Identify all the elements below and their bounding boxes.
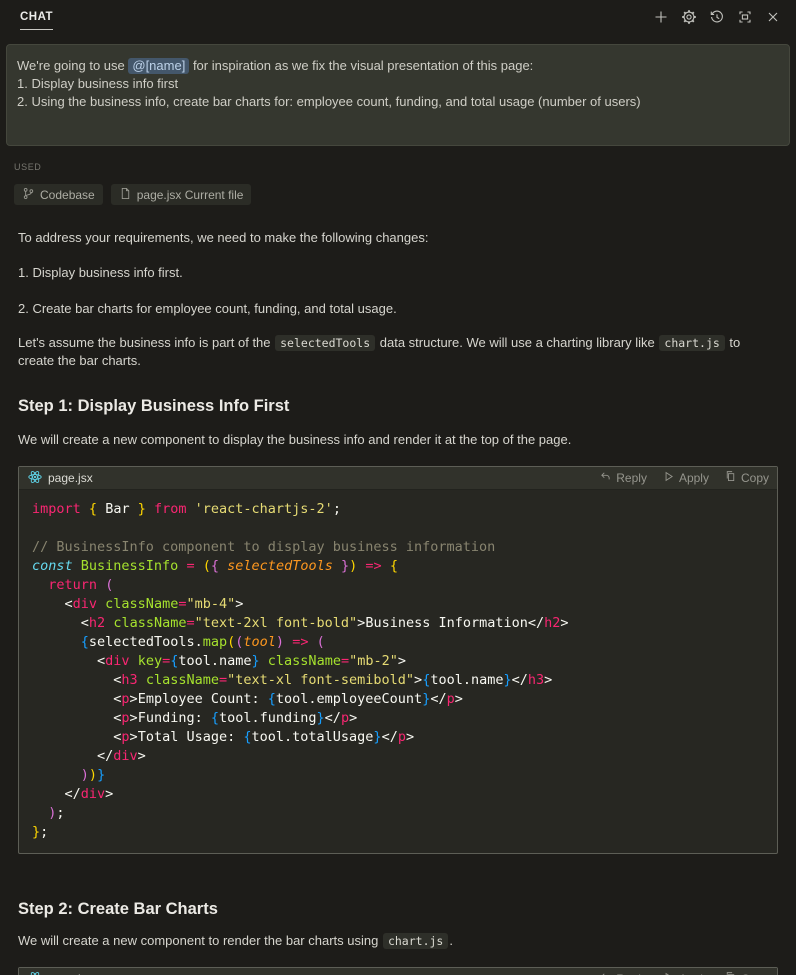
copy-icon [724,470,737,486]
react-icon [28,971,42,975]
copy-button[interactable]: Copy [724,971,769,975]
used-label: USED [14,162,778,172]
context-chips: Codebase page.jsx Current file [14,184,778,205]
copy-button[interactable]: Copy [724,470,769,486]
close-icon[interactable] [762,6,784,28]
tab-chat[interactable]: CHAT [20,11,53,30]
user-message[interactable]: We're going to use @[name] for inspirati… [6,44,790,146]
code-block-2: page.jsx Reply Apply Copy [18,967,778,975]
reply-icon [599,971,612,975]
titlebar-actions [650,6,784,28]
copy-icon [724,971,737,975]
user-message-line2: 1. Display business info first [17,75,779,93]
inline-code: chart.js [659,335,724,351]
response-paragraph: We will create a new component to displa… [18,431,778,449]
new-chat-icon[interactable] [650,6,672,28]
code-lines: import { Bar } from 'react-chartjs-2'; /… [19,490,777,853]
react-icon [28,470,42,487]
inline-code: chart.js [383,933,448,949]
code-block-header: page.jsx Reply Apply Copy [19,467,777,490]
file-icon [119,187,132,203]
reply-icon [599,470,612,486]
step2-heading: Step 2: Create Bar Charts [18,900,778,919]
inline-code: selectedTools [275,335,375,351]
user-message-line1: We're going to use @[name] for inspirati… [17,57,779,75]
code-block-page-jsx: page.jsx Reply Apply Copy import { Bar }… [18,466,778,854]
response-paragraph: We will create a new component to render… [18,932,778,950]
titlebar: CHAT [0,0,796,32]
code-block-filename: page.jsx [28,470,93,487]
code-block-filename: page.jsx [28,971,93,975]
play-icon [662,971,675,975]
mention-chip[interactable]: @[name] [128,58,189,74]
apply-button[interactable]: Apply [662,470,709,486]
history-icon[interactable] [706,6,728,28]
response-paragraph: To address your requirements, we need to… [18,229,778,247]
code-block-header: page.jsx Reply Apply Copy [19,968,777,975]
code-block-actions: Reply Apply Copy [599,971,769,975]
code-block-actions: Reply Apply Copy [599,470,769,486]
reply-button[interactable]: Reply [599,971,647,975]
play-icon [662,470,675,486]
step1-heading: Step 1: Display Business Info First [18,397,778,416]
response-paragraph: Let's assume the business info is part o… [18,334,778,370]
chip-current-file[interactable]: page.jsx Current file [111,184,252,205]
git-branch-icon [22,187,35,203]
chip-codebase[interactable]: Codebase [14,184,103,205]
response-list-item-1: 1. Display business info first. [18,264,778,282]
gear-icon[interactable] [678,6,700,28]
response-list-item-2: 2. Create bar charts for employee count,… [18,300,778,318]
screen-full-icon[interactable] [734,6,756,28]
reply-button[interactable]: Reply [599,470,647,486]
user-message-line3: 2. Using the business info, create bar c… [17,93,779,111]
apply-button[interactable]: Apply [662,971,709,975]
